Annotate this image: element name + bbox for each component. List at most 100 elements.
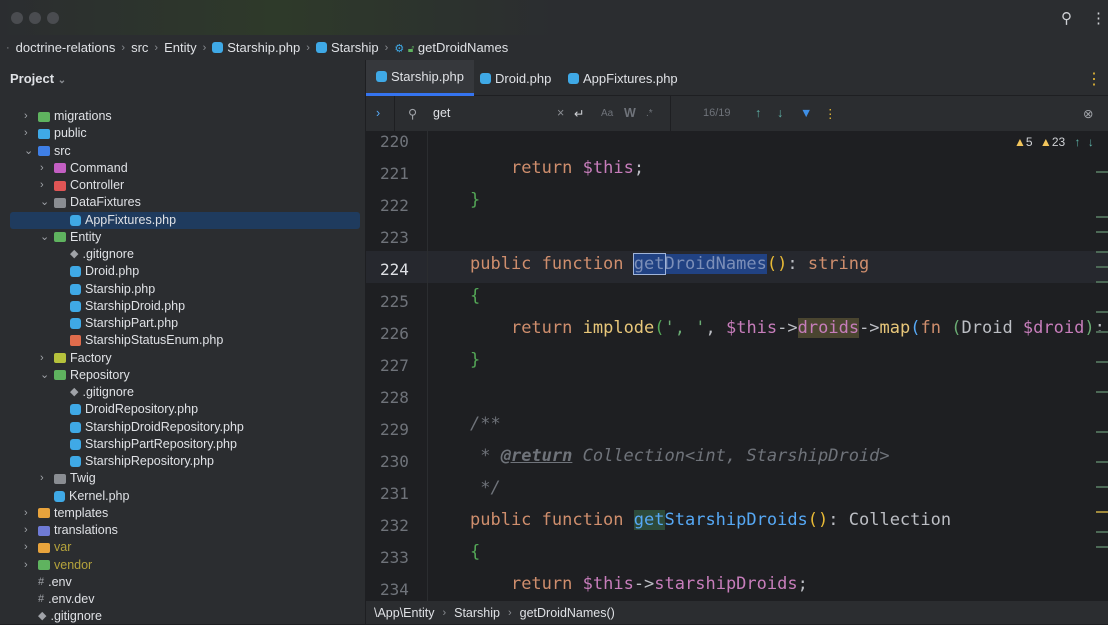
breadcrumb: · doctrine-relations › src › Entity › Stars… xyxy=(0,35,1108,60)
clear-search-icon[interactable]: × xyxy=(557,106,564,120)
tab-options-icon[interactable]: ⋮ xyxy=(1086,69,1102,89)
tree-item[interactable]: ⌄ Entity xyxy=(0,229,350,246)
tree-item[interactable]: › vendor xyxy=(0,557,350,574)
tree-item[interactable]: DroidRepository.php xyxy=(0,401,350,418)
tree-item[interactable]: › templates xyxy=(0,505,350,522)
crumb-entity[interactable]: Entity xyxy=(164,40,197,55)
chevron-right-icon[interactable]: › xyxy=(40,350,44,367)
chevron-right-icon[interactable]: › xyxy=(24,505,28,522)
line-number: 221 xyxy=(380,164,409,183)
folder-icon xyxy=(54,197,66,208)
code-line: return $this->starshipDroids; xyxy=(510,574,808,594)
match-case-toggle[interactable]: Aa xyxy=(601,108,613,119)
crumb-class[interactable]: Starship xyxy=(315,40,379,55)
tree-item[interactable]: › Command xyxy=(0,160,350,177)
tree-item-label: vendor xyxy=(54,557,93,572)
chevron-right-icon[interactable]: › xyxy=(40,177,44,194)
line-number: 222 xyxy=(380,196,409,215)
line-number: 231 xyxy=(380,484,409,503)
tree-item[interactable]: › public xyxy=(0,125,350,142)
project-view-selector[interactable]: Project ⌄ xyxy=(10,71,66,86)
next-problem-icon[interactable]: ↓ xyxy=(1088,135,1094,149)
tree-item[interactable]: ◆ .gitignore xyxy=(0,246,350,263)
crumb-method[interactable]: ⚙ 🔓︎ getDroidNames xyxy=(394,40,508,55)
expand-replace-icon[interactable]: › xyxy=(376,106,380,120)
chevron-right-icon[interactable]: › xyxy=(24,522,28,539)
code-line: return implode(', ', $this->droids->map(… xyxy=(510,318,1105,338)
chevron-right-icon[interactable]: › xyxy=(24,125,28,142)
chevron-right-icon[interactable]: › xyxy=(24,108,28,125)
more-icon[interactable]: ⋮ xyxy=(1091,9,1106,27)
regex-toggle[interactable]: .* xyxy=(646,108,653,119)
tree-item[interactable]: StarshipPart.php xyxy=(0,315,350,332)
whole-words-toggle[interactable]: W xyxy=(624,106,636,120)
maximize-window-button[interactable] xyxy=(47,12,59,24)
tree-item[interactable]: StarshipRepository.php xyxy=(0,453,350,470)
match-count: 16/19 xyxy=(703,107,731,119)
prev-problem-icon[interactable]: ↑ xyxy=(1075,135,1081,149)
line-gutter: 220 221 222 223 224 225 226 227 228 229 230 231 232 2… xyxy=(366,131,428,601)
code-line: } xyxy=(470,190,481,210)
search-history-icon[interactable]: ⚲ xyxy=(408,106,417,121)
folder-icon xyxy=(54,232,66,243)
folder-icon xyxy=(54,473,66,484)
tree-item[interactable]: ◆ .gitignore xyxy=(0,608,350,625)
tree-item[interactable]: StarshipDroid.php xyxy=(0,298,350,315)
chevron-right-icon[interactable]: › xyxy=(40,160,44,177)
filter-icon[interactable]: ▼ xyxy=(800,106,812,120)
tree-item[interactable]: › Factory xyxy=(0,350,350,367)
search-icon[interactable]: ⚲ xyxy=(1061,9,1072,27)
code-line: } xyxy=(470,350,481,370)
method-icon: ⚙ xyxy=(394,43,405,55)
tree-item[interactable]: StarshipDroidRepository.php xyxy=(0,419,350,436)
chevron-right-icon[interactable]: › xyxy=(24,539,28,556)
line-number: 226 xyxy=(380,324,409,343)
gitignore-icon: ◆ xyxy=(70,386,79,398)
chevron-down-icon[interactable]: ⌄ xyxy=(40,194,49,211)
tab-appfixtures[interactable]: AppFixtures.php xyxy=(558,60,688,96)
status-namespace[interactable]: \App\Entity xyxy=(374,606,434,620)
status-class[interactable]: Starship xyxy=(454,606,500,620)
tree-item[interactable]: StarshipPartRepository.php xyxy=(0,436,350,453)
close-window-button[interactable] xyxy=(11,12,23,24)
tree-item[interactable]: # .env.dev xyxy=(0,591,350,608)
status-method[interactable]: getDroidNames() xyxy=(520,606,615,620)
tree-item-label: translations xyxy=(54,523,118,537)
weak-warning-icon: ▲ xyxy=(1039,135,1052,149)
close-find-icon[interactable]: ⊗ xyxy=(1083,106,1093,121)
tree-item[interactable]: Droid.php xyxy=(0,263,350,280)
tree-item[interactable]: AppFixtures.php xyxy=(10,211,360,229)
tree-item[interactable]: › migrations xyxy=(0,108,350,125)
tree-item[interactable]: ⌄ src xyxy=(0,143,350,160)
tree-item[interactable]: StarshipStatusEnum.php xyxy=(0,332,350,349)
tree-item[interactable]: # .env xyxy=(0,574,350,591)
minimize-window-button[interactable] xyxy=(29,12,41,24)
chevron-right-icon[interactable]: › xyxy=(40,470,44,487)
tree-item[interactable]: ◆ .gitignore xyxy=(0,384,350,401)
previous-match-icon[interactable]: ↑ xyxy=(755,106,761,120)
chevron-down-icon[interactable]: ⌄ xyxy=(40,229,49,246)
tab-droid[interactable]: Droid.php xyxy=(470,60,561,96)
chevron-right-icon[interactable]: › xyxy=(24,557,28,574)
new-line-icon[interactable]: ↵ xyxy=(574,106,584,121)
tree-item[interactable]: › Twig xyxy=(0,470,350,487)
gitignore-icon: ◆ xyxy=(38,610,47,623)
chevron-down-icon[interactable]: ⌄ xyxy=(40,367,49,384)
find-options-icon[interactable]: ⋮ xyxy=(824,106,837,121)
next-match-icon[interactable]: ↓ xyxy=(777,106,783,120)
crumb-project[interactable]: doctrine-relations xyxy=(16,40,116,55)
tab-starship[interactable]: Starship.php xyxy=(366,60,474,96)
crumb-file[interactable]: Starship.php xyxy=(212,40,300,55)
inspection-widget[interactable]: ▲5 ▲23 ↑ ↓ xyxy=(1014,135,1094,149)
tree-item[interactable]: › var xyxy=(0,539,350,556)
tree-item[interactable]: › translations xyxy=(0,522,350,539)
chevron-down-icon[interactable]: ⌄ xyxy=(24,143,33,160)
code-editor[interactable]: 220 221 222 223 224 225 226 227 228 229 230 231 232 2… xyxy=(366,131,1108,601)
crumb-src[interactable]: src xyxy=(131,40,148,55)
tree-item[interactable]: ⌄ Repository xyxy=(0,367,350,384)
tree-item[interactable]: Starship.php xyxy=(0,281,350,298)
find-input[interactable]: get xyxy=(433,106,450,120)
tree-item[interactable]: › Controller xyxy=(0,177,350,194)
tree-item[interactable]: Kernel.php xyxy=(0,488,350,505)
tree-item[interactable]: ⌄ DataFixtures xyxy=(0,194,350,211)
